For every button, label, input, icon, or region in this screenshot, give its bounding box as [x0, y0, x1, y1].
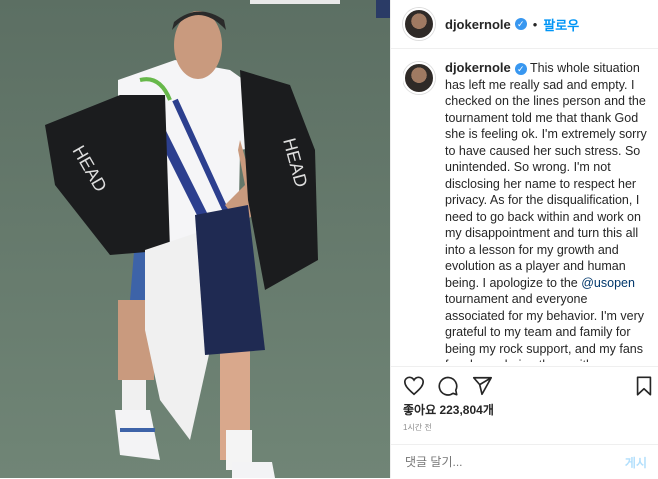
action-bar — [391, 366, 658, 405]
photo-corner — [376, 0, 390, 18]
verified-icon: ✓ — [514, 18, 527, 30]
mention-link[interactable]: @usopen — [581, 276, 635, 290]
separator-dot: • — [532, 16, 538, 32]
caption: djokernole ✓ This whole situation has lef… — [403, 60, 649, 362]
bookmark-icon[interactable] — [633, 375, 655, 397]
follow-button[interactable]: 팔로우 — [543, 15, 579, 34]
caption-text: djokernole ✓ This whole situation has lef… — [445, 60, 649, 362]
post-side-panel: djokernole ✓ • 팔로우 djokernole ✓ This whol… — [390, 0, 658, 478]
heart-icon[interactable] — [403, 375, 425, 397]
caption-body-after: tournament and everyone associated for m… — [445, 292, 644, 362]
username-link[interactable]: djokernole — [445, 17, 511, 32]
verified-icon: ✓ — [514, 63, 527, 75]
post-comment-button[interactable]: 게시 — [625, 454, 647, 471]
avatar[interactable] — [403, 8, 435, 40]
comment-box: 게시 — [391, 444, 658, 479]
comment-icon[interactable] — [437, 375, 459, 397]
photo-top-strip — [250, 0, 340, 4]
player-image: HEAD HEAD — [0, 0, 390, 478]
share-icon[interactable] — [471, 375, 493, 397]
comment-input[interactable] — [403, 454, 625, 470]
caption-body: This whole situation has left me really … — [445, 61, 647, 290]
likes-count[interactable]: 좋아요 223,804개 — [403, 401, 494, 418]
post-photo: HEAD HEAD — [0, 0, 390, 478]
post-timestamp[interactable]: 1시간 전 — [403, 422, 432, 433]
caption-avatar[interactable] — [403, 62, 435, 94]
post-header: djokernole ✓ • 팔로우 — [391, 0, 658, 49]
caption-username[interactable]: djokernole — [445, 60, 511, 75]
